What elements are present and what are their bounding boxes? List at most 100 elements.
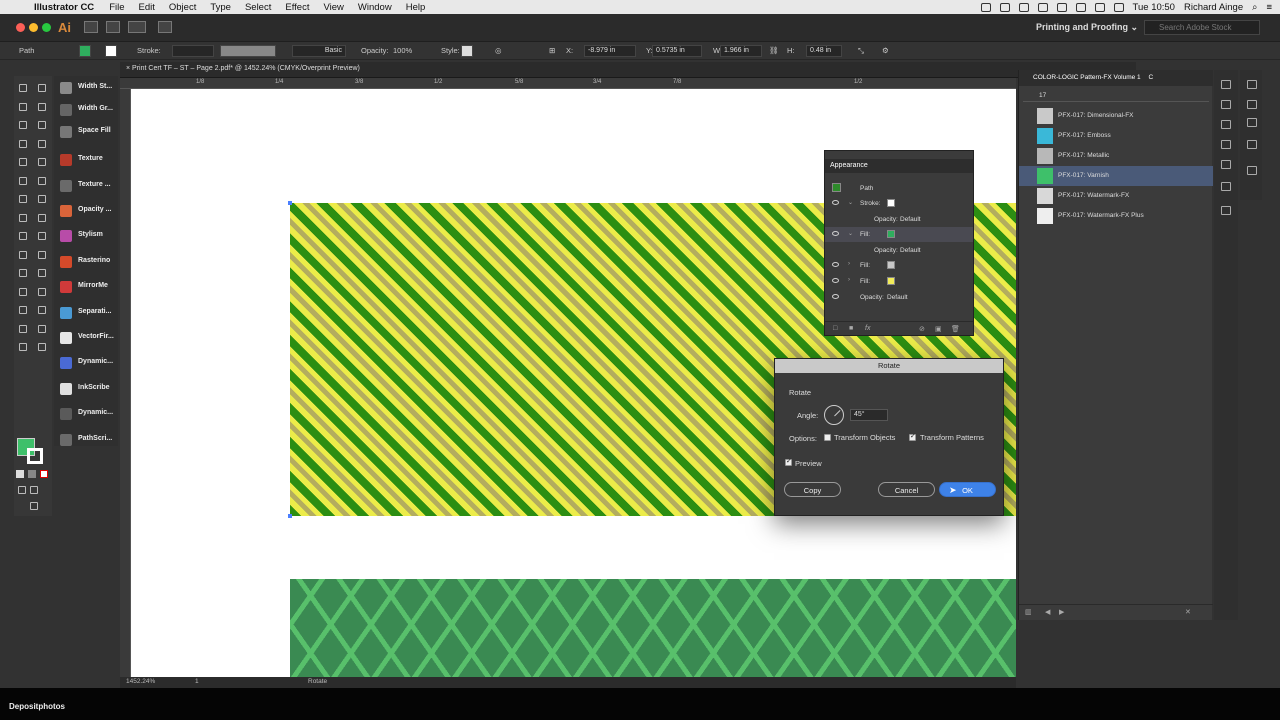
appearance-opacity-row[interactable]: Opacity: Default [825, 212, 973, 227]
rotate-dialog-title[interactable]: Rotate [775, 359, 1003, 373]
menu-window[interactable]: Window [358, 2, 392, 13]
swatch-list-item[interactable]: PFX-017: Dimensional-FX [1019, 106, 1213, 126]
wifi-icon[interactable] [1075, 2, 1086, 12]
stroke-swatch[interactable] [105, 45, 117, 57]
menu-type[interactable]: Type [210, 2, 231, 13]
column-graph-tool-icon[interactable] [17, 304, 29, 316]
fill-swatch[interactable] [79, 45, 91, 57]
plugin-item[interactable]: Width St... [54, 78, 118, 98]
y-input[interactable]: 0.5735 in [652, 45, 702, 57]
opacity-label[interactable]: Opacity: [874, 216, 898, 223]
menu-edit[interactable]: Edit [139, 2, 155, 13]
layers-panel-icon[interactable] [1221, 182, 1231, 191]
appearance-fill-row-selected[interactable]: ⌄ Fill: [825, 227, 973, 242]
shape-builder-tool-icon[interactable] [36, 230, 48, 242]
copy-button[interactable]: Copy [784, 482, 841, 497]
x-input[interactable]: -8.979 in [584, 45, 636, 57]
direct-selection-tool-icon[interactable] [36, 82, 48, 94]
more-tools-icon[interactable] [28, 500, 40, 512]
artboard-number[interactable]: 1 [195, 678, 199, 685]
plugin-item[interactable]: Texture [54, 150, 118, 170]
duplicate-item-icon[interactable]: ▣ [935, 325, 942, 333]
swatch-list-item[interactable]: PFX-017: Metallic [1019, 146, 1213, 166]
swatch-list-item[interactable]: PFX-017: Watermark-FX [1019, 186, 1213, 206]
width-tool-icon[interactable] [36, 212, 48, 224]
stroke-weight-input[interactable] [172, 45, 214, 57]
gradient-tool-icon[interactable] [17, 267, 29, 279]
symbol-sprayer-tool-icon[interactable] [36, 286, 48, 298]
menu-view[interactable]: View [323, 2, 343, 13]
add-stroke-icon[interactable]: □ [833, 325, 837, 332]
opacity-label[interactable]: Opacity: [361, 46, 389, 55]
previous-library-icon[interactable]: ◀ [1045, 608, 1050, 616]
pattern-library-tab[interactable]: COLOR-LOGIC Pattern-FX Volume 1 [1033, 74, 1141, 81]
stock-icon[interactable] [106, 21, 120, 33]
plugin-item[interactable]: Rasterino [54, 252, 118, 272]
hand-tool-icon[interactable] [36, 323, 48, 335]
plugin-item[interactable]: VectorFir... [54, 328, 118, 348]
rectangle-tool-icon[interactable] [17, 156, 29, 168]
bridge-icon[interactable] [84, 21, 98, 33]
perspective-grid-tool-icon[interactable] [17, 249, 29, 261]
add-fill-icon[interactable]: ■ [849, 325, 853, 332]
paragraph-panel-icon[interactable] [1247, 118, 1257, 127]
curvature-tool-icon[interactable] [36, 119, 48, 131]
pencil-tool-icon[interactable] [36, 175, 48, 187]
plugin-item[interactable]: PathScri... [54, 430, 118, 450]
close-search-icon[interactable]: ✕ [1185, 608, 1191, 616]
shaper-tool-icon[interactable] [17, 175, 29, 187]
preview-label[interactable]: Preview [795, 459, 822, 468]
time-machine-icon[interactable] [1037, 2, 1048, 12]
appearance-opacity-row[interactable]: Opacity: Default [825, 290, 973, 305]
collapse-triangle-icon[interactable]: › [848, 261, 850, 267]
next-library-icon[interactable]: ▶ [1059, 608, 1064, 616]
gradient-mode-icon[interactable] [28, 470, 36, 478]
second-panel-tab[interactable]: C [1148, 74, 1153, 81]
none-mode-icon[interactable] [40, 470, 48, 478]
graphic-style-swatch[interactable] [461, 45, 473, 57]
brush-definition[interactable]: Basic [292, 45, 346, 57]
cancel-button[interactable]: Cancel [878, 482, 935, 497]
scale-tool-icon[interactable] [17, 212, 29, 224]
horizontal-ruler[interactable]: 1/8 1/4 3/8 1/2 5/8 3/4 7/8 1/2 [120, 78, 1016, 89]
dropbox-icon[interactable] [999, 2, 1010, 12]
clock[interactable]: Tue 10:50 [1133, 2, 1175, 13]
line-segment-tool-icon[interactable] [36, 138, 48, 150]
adobe-stock-search-input[interactable]: Search Adobe Stock [1144, 20, 1260, 35]
current-tool-label[interactable]: Rotate [308, 678, 327, 685]
opacity-value[interactable]: 100% [393, 46, 412, 55]
free-transform-tool-icon[interactable] [17, 230, 29, 242]
appearance-panel-title[interactable]: Appearance [825, 159, 973, 173]
spotlight-icon[interactable]: ⌕ [1252, 2, 1257, 13]
angle-input[interactable]: 45° [850, 409, 888, 421]
plugin-item[interactable]: Width Gr... [54, 100, 118, 120]
w-input[interactable]: 1.966 in [720, 45, 762, 57]
swatch-list-item[interactable]: PFX-017: Varnish [1019, 166, 1213, 186]
creative-cloud-icon[interactable] [1018, 2, 1029, 12]
stroke-none-swatch-icon[interactable] [887, 199, 895, 207]
visibility-eye-icon[interactable] [832, 278, 839, 283]
zoom-out-tool-icon[interactable] [36, 341, 48, 353]
plugin-item[interactable]: Dynamic... [54, 404, 118, 424]
image-panel-icon[interactable] [1247, 100, 1257, 109]
constrain-link-icon[interactable]: ⛓ [769, 46, 779, 55]
ok-button[interactable]: OK [939, 482, 996, 497]
close-window-button[interactable] [16, 23, 25, 32]
rotate-tool-icon[interactable] [36, 193, 48, 205]
swatches-panel-icon[interactable] [1221, 80, 1231, 89]
library-menu-icon[interactable]: ▥ [1025, 608, 1032, 616]
color-guide-panel-icon[interactable] [1221, 160, 1231, 169]
trash-icon[interactable]: 🗑 [951, 325, 960, 333]
user-name[interactable]: Richard Ainge [1184, 2, 1243, 13]
menu-object[interactable]: Object [169, 2, 196, 13]
expand-triangle-icon[interactable]: ⌄ [848, 199, 853, 206]
appearance-path-row[interactable]: Path [825, 181, 973, 196]
selection-handle[interactable] [288, 514, 292, 518]
zoom-level[interactable]: 1452.24% [126, 678, 155, 685]
bluetooth-icon[interactable] [1056, 2, 1067, 12]
fill-swatch-icon[interactable] [887, 277, 895, 285]
collapse-triangle-icon[interactable]: › [848, 277, 850, 283]
preview-checkbox[interactable] [785, 457, 792, 466]
transform-objects-checkbox[interactable] [824, 434, 831, 441]
angle-dial-icon[interactable] [824, 405, 844, 425]
